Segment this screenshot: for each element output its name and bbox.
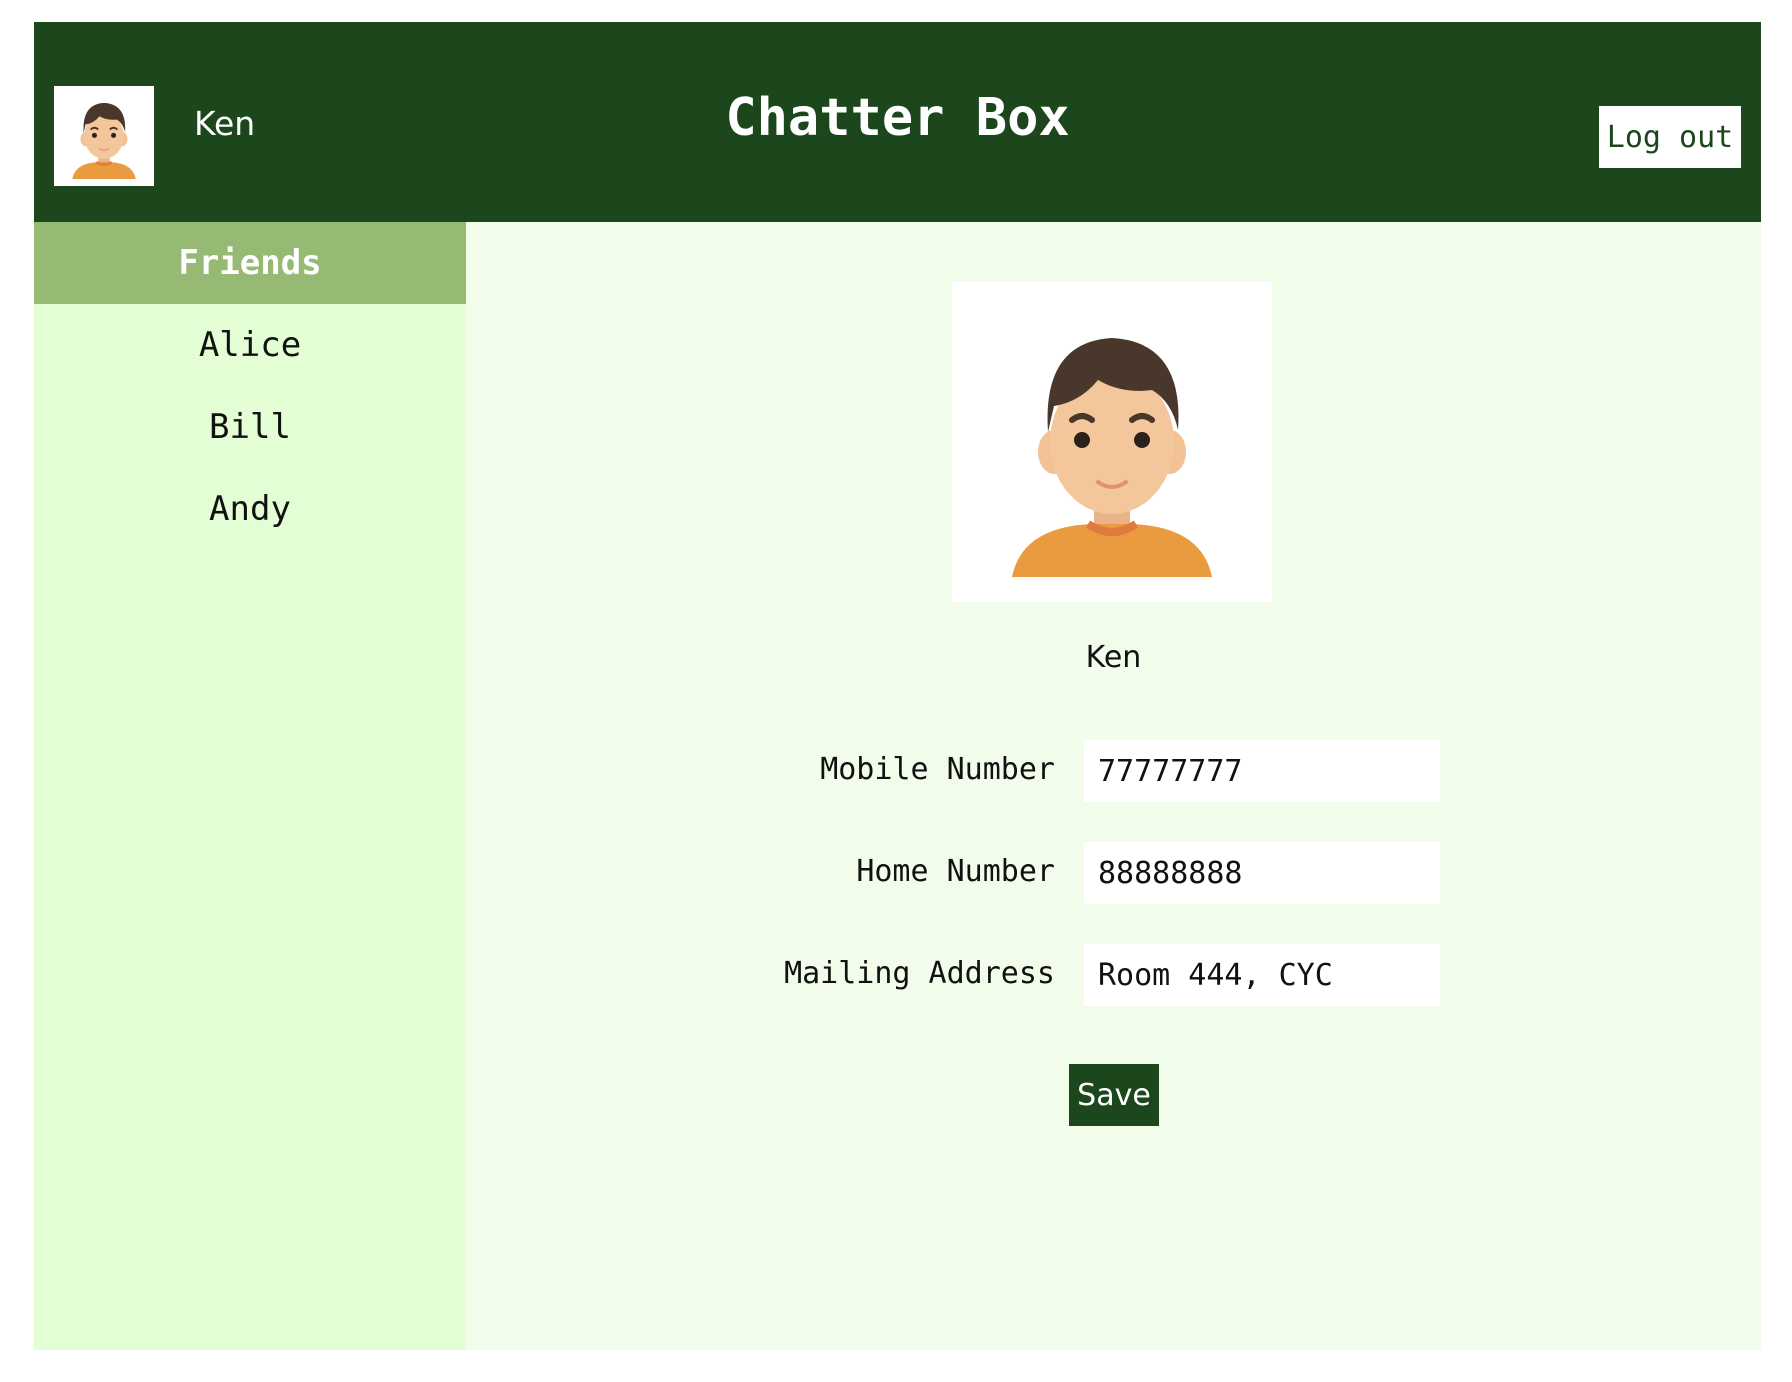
save-button[interactable]: Save — [1069, 1064, 1159, 1126]
friend-item-andy[interactable]: Andy — [34, 468, 466, 550]
friend-item-alice[interactable]: Alice — [34, 304, 466, 386]
mailing-address-label: Mailing Address — [784, 956, 1055, 991]
boy-avatar-icon — [1012, 338, 1212, 577]
home-number-label: Home Number — [856, 854, 1055, 889]
logout-button[interactable]: Log out — [1599, 106, 1741, 168]
profile-photo[interactable] — [952, 282, 1272, 602]
friends-heading: Friends — [34, 222, 466, 304]
profile-panel: Ken Mobile Number Home Number Mailing Ad… — [466, 222, 1761, 1350]
app-window: Ken Chatter Box Log out Friends Alice Bi… — [34, 22, 1761, 1350]
home-number-input[interactable] — [1084, 842, 1440, 904]
app-header: Ken Chatter Box Log out — [34, 22, 1761, 222]
mailing-address-input[interactable] — [1084, 944, 1440, 1006]
app-title: Chatter Box — [725, 88, 1070, 148]
mobile-number-label: Mobile Number — [820, 752, 1055, 787]
friends-sidebar: Friends Alice Bill Andy — [34, 222, 466, 1350]
mobile-number-input[interactable] — [1084, 740, 1440, 802]
profile-name: Ken — [1085, 640, 1142, 675]
friend-item-bill[interactable]: Bill — [34, 386, 466, 468]
